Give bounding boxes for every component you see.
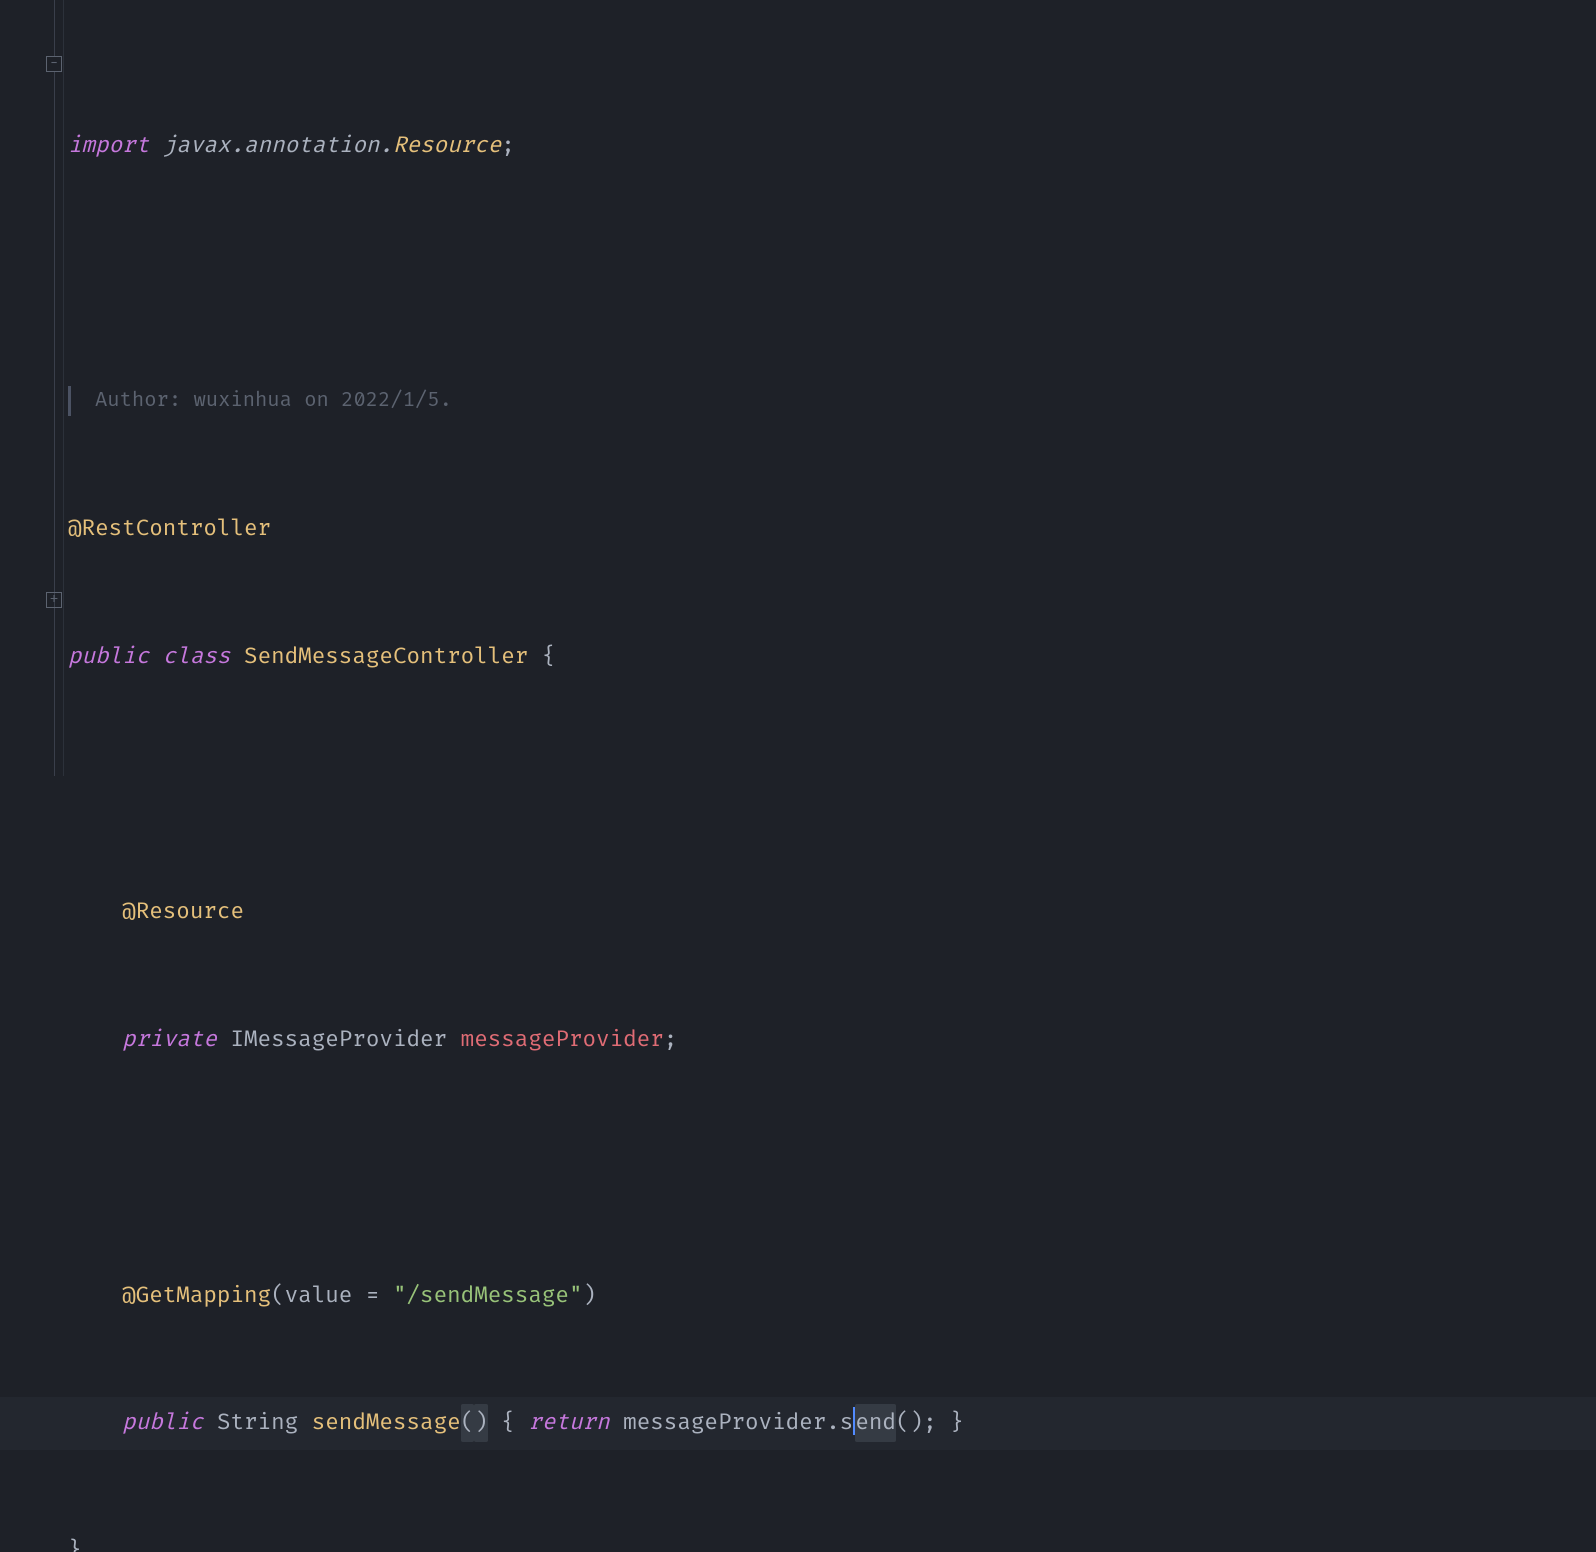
annotation-param: value xyxy=(285,1277,353,1314)
method-call-part: s xyxy=(840,1404,854,1441)
paren-close: ) xyxy=(910,1404,924,1441)
code-editor[interactable]: import javax.annotation.Resource; Author… xyxy=(68,44,1596,1552)
code-line[interactable]: } xyxy=(68,1524,1596,1552)
class-name: SendMessageController xyxy=(244,638,528,675)
code-line[interactable]: private IMessageProvider messageProvider… xyxy=(68,1013,1596,1066)
doc-comment-line[interactable]: Author: wuxinhua on 2022/1/5. xyxy=(68,374,1596,427)
semicolon: ; xyxy=(664,1021,678,1058)
brace-close: } xyxy=(950,1404,964,1441)
dot: . xyxy=(826,1404,840,1441)
fold-collapse-icon[interactable] xyxy=(46,56,62,72)
semicolon: ; xyxy=(501,127,515,164)
code-line[interactable]: @Resource xyxy=(68,885,1596,938)
brace-close: } xyxy=(68,1532,82,1552)
paren-open: ( xyxy=(896,1404,910,1441)
code-line[interactable]: import javax.annotation.Resource; xyxy=(68,119,1596,172)
brace-open: { xyxy=(501,1404,515,1441)
fold-expand-icon[interactable] xyxy=(46,592,62,608)
fold-guide-line xyxy=(54,0,55,56)
keyword-import: import xyxy=(68,127,149,164)
keyword-public: public xyxy=(68,638,149,675)
paren-close: ) xyxy=(474,1404,488,1441)
method-call-part: end xyxy=(855,1404,896,1441)
paren-open: ( xyxy=(271,1277,285,1314)
paren-close: ) xyxy=(583,1277,597,1314)
code-line[interactable]: @GetMapping(value = "/sendMessage") xyxy=(68,1269,1596,1322)
annotation-restcontroller: @RestController xyxy=(68,510,271,547)
code-line-active[interactable]: public String sendMessage() { return mes… xyxy=(0,1397,1596,1450)
field-name: messageProvider xyxy=(461,1021,664,1058)
doc-comment-bar xyxy=(68,386,71,416)
code-line-blank[interactable] xyxy=(68,247,1596,300)
package-path: javax.annotation. xyxy=(163,127,393,164)
code-line[interactable]: public class SendMessageController { xyxy=(68,630,1596,683)
type-ref: IMessageProvider xyxy=(230,1021,447,1058)
doc-comment-text: Author: wuxinhua on 2022/1/5. xyxy=(95,384,452,418)
paren-open: ( xyxy=(461,1404,475,1441)
class-ref: Resource xyxy=(393,127,501,164)
keyword-private: private xyxy=(122,1021,217,1058)
code-line-blank[interactable] xyxy=(68,1141,1596,1194)
string-literal: "/sendMessage" xyxy=(393,1277,583,1314)
method-name: sendMessage xyxy=(312,1404,461,1441)
annotation-resource: @Resource xyxy=(122,893,244,930)
code-line[interactable]: @RestController xyxy=(68,502,1596,555)
brace-open: { xyxy=(542,638,556,675)
editor-gutter xyxy=(0,0,64,776)
keyword-return: return xyxy=(528,1404,609,1441)
keyword-class: class xyxy=(163,638,231,675)
return-type: String xyxy=(217,1404,298,1441)
keyword-public: public xyxy=(122,1404,203,1441)
fold-guide-line xyxy=(54,72,55,776)
annotation-getmapping: @GetMapping xyxy=(122,1277,271,1314)
object-ref: messageProvider xyxy=(623,1404,826,1441)
code-line-blank[interactable] xyxy=(68,758,1596,811)
text-caret xyxy=(853,1407,855,1435)
semicolon: ; xyxy=(923,1404,937,1441)
